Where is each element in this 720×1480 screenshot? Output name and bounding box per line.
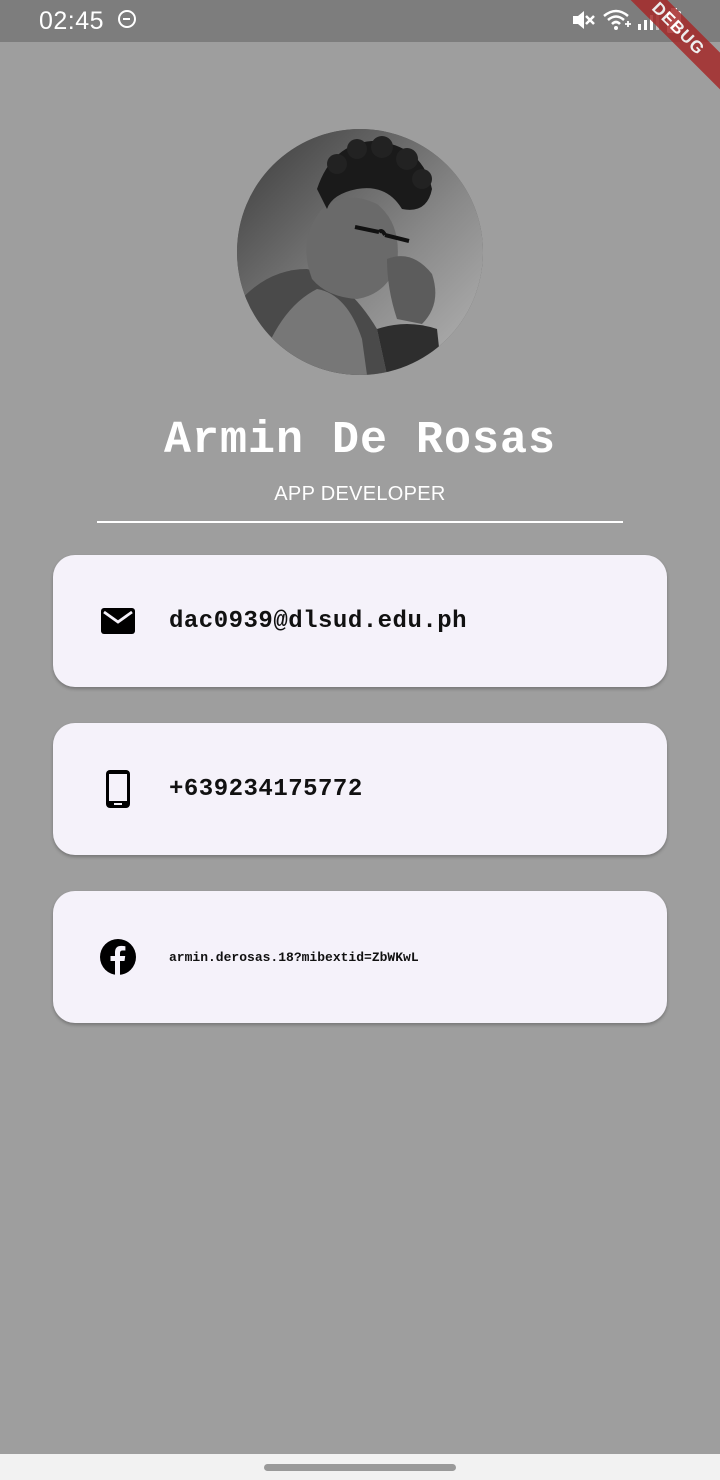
navigation-bar: [0, 1454, 720, 1480]
mute-icon: [570, 8, 596, 37]
status-time: 02:45: [39, 7, 105, 35]
email-icon: [99, 602, 137, 640]
profile-name: Armin De Rosas: [163, 415, 557, 466]
wifi-icon: [602, 8, 632, 37]
facebook-text: armin.derosas.18?mibextid=ZbWKwL: [169, 949, 419, 965]
phone-text: +639234175772: [169, 775, 363, 803]
facebook-card[interactable]: armin.derosas.18?mibextid=ZbWKwL: [53, 891, 667, 1023]
home-indicator[interactable]: [264, 1464, 456, 1471]
email-card[interactable]: dac0939@dlsud.edu.ph: [53, 555, 667, 687]
divider: [97, 521, 623, 523]
status-bar: 02:45: [0, 0, 720, 42]
phone-icon: [99, 770, 137, 808]
email-text: dac0939@dlsud.edu.ph: [169, 607, 468, 635]
facebook-icon: [99, 938, 137, 976]
do-not-disturb-icon: [118, 10, 136, 28]
phone-card[interactable]: +639234175772: [53, 723, 667, 855]
avatar: [237, 129, 483, 375]
profile-title: APP DEVELOPER: [274, 483, 446, 505]
